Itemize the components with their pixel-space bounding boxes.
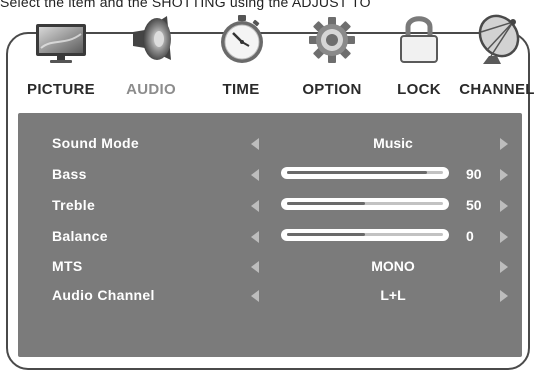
picture-tv-icon (33, 12, 89, 66)
tab-audio[interactable]: AUDIO (106, 4, 196, 102)
treble-label: Treble (52, 197, 96, 213)
audio-channel-row[interactable]: Audio Channel L+L (18, 283, 522, 307)
padlock-icon (391, 12, 447, 66)
tab-time[interactable]: TIME (196, 4, 286, 102)
tab-lock[interactable]: LOCK (374, 4, 464, 102)
bass-row[interactable]: Bass 90 (18, 162, 522, 186)
sound-mode-label: Sound Mode (52, 135, 139, 151)
tab-time-label: TIME (222, 81, 260, 98)
balance-value: 0 (466, 228, 474, 244)
tab-channel[interactable]: CHANNEL (452, 4, 540, 102)
treble-left-arrow-icon[interactable] (251, 200, 259, 212)
sound-mode-value: Music (373, 135, 413, 151)
balance-right-arrow-icon[interactable] (500, 231, 508, 243)
treble-right-arrow-icon[interactable] (500, 200, 508, 212)
mts-value: MONO (371, 258, 415, 274)
mts-left-arrow-icon[interactable] (251, 261, 259, 273)
bass-right-arrow-icon[interactable] (500, 169, 508, 181)
tab-picture-label: PICTURE (27, 81, 95, 98)
tab-lock-label: LOCK (397, 81, 441, 98)
mts-label: MTS (52, 258, 83, 274)
treble-value: 50 (466, 197, 482, 213)
tab-option-label: OPTION (302, 81, 362, 98)
bass-left-arrow-icon[interactable] (251, 169, 259, 181)
treble-slider-fill (287, 202, 365, 205)
sound-mode-left-arrow-icon[interactable] (251, 138, 259, 150)
audio-channel-value: L+L (380, 287, 406, 303)
balance-slider[interactable] (281, 229, 449, 241)
bass-value: 90 (466, 166, 482, 182)
stopwatch-icon (213, 12, 269, 66)
audio-channel-right-arrow-icon[interactable] (500, 290, 508, 302)
audio-settings-panel: Sound Mode Music Bass 90 Treble 50 Balan… (18, 113, 522, 357)
bass-label: Bass (52, 166, 87, 182)
treble-row[interactable]: Treble 50 (18, 193, 522, 217)
gear-icon (304, 12, 360, 66)
balance-label: Balance (52, 228, 108, 244)
satellite-dish-icon (469, 12, 525, 66)
tab-audio-label: AUDIO (126, 81, 176, 98)
bass-slider[interactable] (281, 167, 449, 179)
balance-row[interactable]: Balance 0 (18, 224, 522, 248)
sound-mode-right-arrow-icon[interactable] (500, 138, 508, 150)
speaker-icon (123, 12, 179, 66)
mts-row[interactable]: MTS MONO (18, 254, 522, 278)
menu-tab-bar: PICTURE AUDIO TIME OPTION LOCK CHANNEL (0, 4, 540, 102)
tab-picture[interactable]: PICTURE (16, 4, 106, 102)
bass-slider-fill (287, 171, 427, 174)
audio-channel-left-arrow-icon[interactable] (251, 290, 259, 302)
balance-slider-fill (287, 233, 365, 236)
tab-option[interactable]: OPTION (287, 4, 377, 102)
treble-slider[interactable] (281, 198, 449, 210)
mts-right-arrow-icon[interactable] (500, 261, 508, 273)
sound-mode-row[interactable]: Sound Mode Music (18, 131, 522, 155)
audio-channel-label: Audio Channel (52, 287, 155, 303)
tab-channel-label: CHANNEL (459, 81, 535, 98)
balance-left-arrow-icon[interactable] (251, 231, 259, 243)
